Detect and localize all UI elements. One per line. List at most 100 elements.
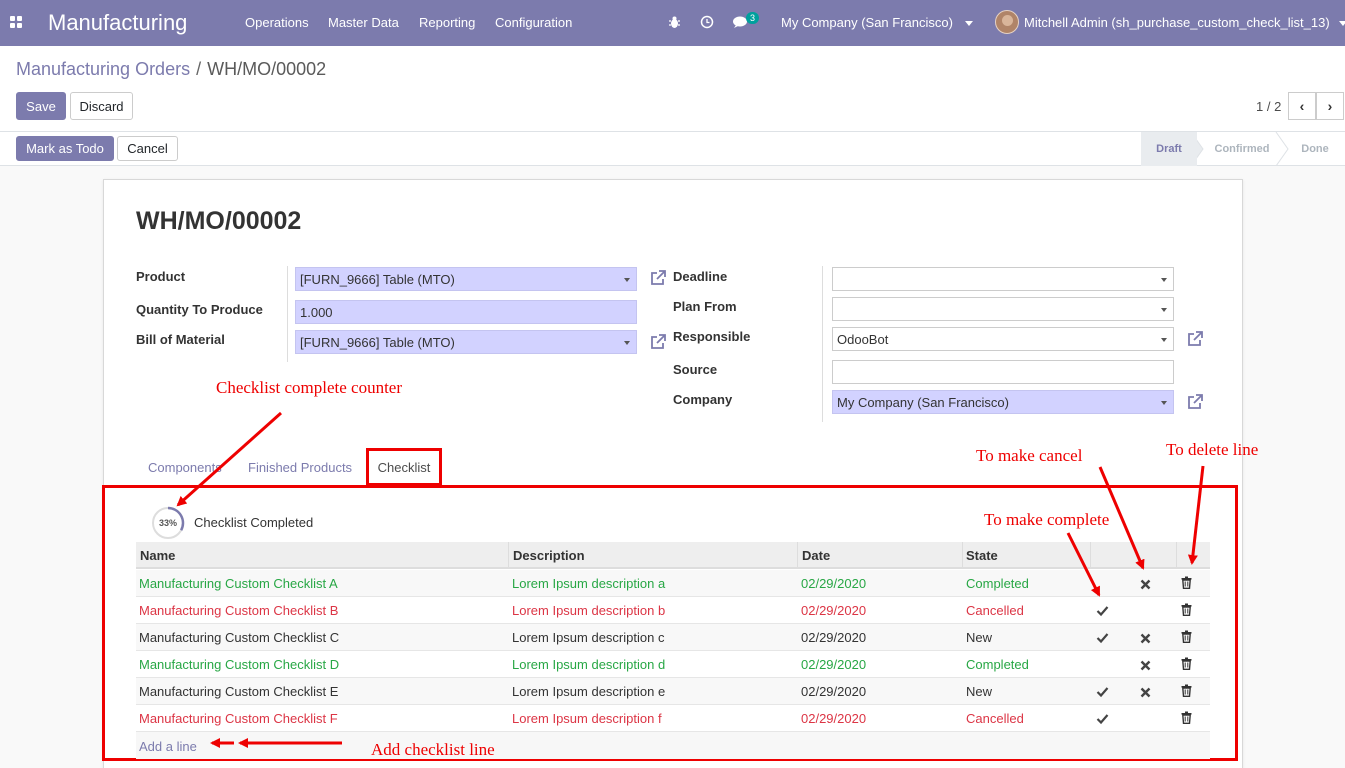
annotation-complete: To make complete	[984, 510, 1110, 529]
annotation-counter: Checklist complete counter	[216, 378, 402, 397]
trash-icon[interactable]	[1180, 657, 1193, 670]
external-link-icon[interactable]	[649, 269, 667, 287]
row-date: 02/29/2020	[801, 603, 867, 618]
save-button[interactable]: Save	[16, 92, 66, 120]
row-name: Manufacturing Custom Checklist A	[139, 576, 338, 591]
trash-icon[interactable]	[1180, 684, 1193, 697]
external-link-icon[interactable]	[1186, 330, 1204, 348]
close-icon[interactable]	[1139, 632, 1152, 645]
row-description: Lorem Ipsum description b	[512, 603, 666, 618]
app-name: Manufacturing	[48, 10, 188, 35]
chevron-right-icon[interactable]: ›	[1316, 92, 1344, 120]
table-row[interactable]: Manufacturing Custom Checklist C Lorem Ip…	[136, 624, 1210, 651]
user-menu[interactable]: Mitchell Admin (sh_purchase_custom_check…	[1024, 15, 1345, 30]
col-separator	[797, 542, 798, 569]
annotation-cancel: To make cancel	[976, 446, 1083, 465]
checklist-progress: 33%	[152, 506, 185, 539]
col-name[interactable]: Name	[140, 548, 175, 563]
deadline-field[interactable]	[832, 267, 1174, 291]
cancel-button[interactable]: Cancel	[117, 136, 178, 161]
chevron-left-icon[interactable]: ‹	[1288, 92, 1316, 120]
col-separator	[1090, 542, 1091, 569]
page-title: WH/MO/00002	[136, 207, 302, 235]
chevron-down-icon	[1339, 21, 1345, 27]
breadcrumb-parent[interactable]: Manufacturing Orders	[16, 59, 190, 79]
status-draft[interactable]: Draft	[1141, 132, 1197, 166]
product-field[interactable]: [FURN_9666] Table (MTO)	[295, 267, 637, 291]
col-state[interactable]: State	[966, 548, 998, 563]
col-description[interactable]: Description	[513, 548, 585, 563]
tab-components[interactable]: Components	[148, 460, 222, 475]
trash-icon[interactable]	[1180, 603, 1193, 616]
pager-value[interactable]: 1 / 2	[1256, 99, 1281, 114]
status-confirmed[interactable]: Confirmed	[1203, 132, 1281, 166]
col-date[interactable]: Date	[802, 548, 830, 563]
table-row[interactable]: Manufacturing Custom Checklist D Lorem Ip…	[136, 651, 1210, 678]
quantity-field[interactable]: 1.000	[295, 300, 637, 324]
label-bom: Bill of Material	[136, 332, 225, 347]
close-icon[interactable]	[1139, 578, 1152, 591]
avatar[interactable]	[995, 10, 1019, 34]
caret-down-icon	[624, 341, 630, 345]
bom-field[interactable]: [FURN_9666] Table (MTO)	[295, 330, 637, 354]
row-description: Lorem Ipsum description d	[512, 657, 666, 672]
table-row[interactable]: Manufacturing Custom Checklist B Lorem Ip…	[136, 597, 1210, 624]
table-header: Name Description Date State	[136, 542, 1210, 569]
tab-checklist[interactable]: Checklist	[366, 448, 442, 486]
bug-icon[interactable]	[668, 15, 681, 29]
close-icon[interactable]	[1139, 686, 1152, 699]
row-date: 02/29/2020	[801, 684, 867, 699]
chevron-down-icon	[964, 21, 973, 27]
field-separator	[822, 266, 823, 422]
row-state: Cancelled	[966, 711, 1024, 726]
status-done[interactable]: Done	[1287, 132, 1343, 166]
tab-finished-products[interactable]: Finished Products	[248, 460, 352, 475]
clock-icon[interactable]	[700, 15, 714, 29]
table-row[interactable]: Manufacturing Custom Checklist E Lorem Ip…	[136, 678, 1210, 705]
source-field[interactable]	[832, 360, 1174, 384]
add-line-link[interactable]: Add a line	[139, 739, 197, 754]
plan-from-field[interactable]	[832, 297, 1174, 321]
top-navbar: Manufacturing Operations Master Data Rep…	[0, 0, 1345, 46]
external-link-icon[interactable]	[1186, 393, 1204, 411]
label-company: Company	[673, 392, 733, 407]
breadcrumb-current: WH/MO/00002	[207, 59, 327, 79]
caret-down-icon	[1161, 308, 1167, 312]
row-name: Manufacturing Custom Checklist C	[139, 630, 340, 645]
check-icon[interactable]	[1096, 604, 1109, 617]
row-description: Lorem Ipsum description e	[512, 684, 666, 699]
table-row[interactable]: Manufacturing Custom Checklist F Lorem Ip…	[136, 705, 1210, 732]
check-icon[interactable]	[1096, 685, 1109, 698]
company-field[interactable]: My Company (San Francisco)	[832, 390, 1174, 414]
caret-down-icon	[1161, 338, 1167, 342]
breadcrumb: Manufacturing Orders / WH/MO/00002	[16, 59, 326, 80]
menu-operations[interactable]: Operations	[245, 15, 309, 30]
row-name: Manufacturing Custom Checklist B	[139, 603, 339, 618]
company-switcher[interactable]: My Company (San Francisco)	[781, 15, 973, 30]
trash-icon[interactable]	[1180, 711, 1193, 724]
row-date: 02/29/2020	[801, 657, 867, 672]
menu-master-data[interactable]: Master Data	[328, 15, 399, 30]
trash-icon[interactable]	[1180, 576, 1193, 589]
user-name: Mitchell Admin (sh_purchase_custom_check…	[1024, 15, 1330, 30]
table-row[interactable]: Manufacturing Custom Checklist A Lorem Ip…	[136, 570, 1210, 597]
apps-icon[interactable]	[10, 16, 23, 29]
discard-button[interactable]: Discard	[70, 92, 133, 120]
external-link-icon[interactable]	[649, 333, 667, 351]
close-icon[interactable]	[1139, 659, 1152, 672]
menu-reporting[interactable]: Reporting	[419, 15, 475, 30]
col-separator	[508, 542, 509, 569]
status-bar: Mark as Todo Cancel Draft Confirmed Done	[0, 132, 1345, 166]
check-icon[interactable]	[1096, 631, 1109, 644]
mark-as-todo-button[interactable]: Mark as Todo	[16, 136, 114, 161]
annotation-delete: To delete line	[1166, 440, 1259, 459]
menu-configuration[interactable]: Configuration	[495, 15, 572, 30]
quantity-value: 1.000	[300, 305, 333, 320]
row-date: 02/29/2020	[801, 576, 867, 591]
label-responsible: Responsible	[673, 329, 751, 344]
check-icon[interactable]	[1096, 712, 1109, 725]
caret-down-icon	[1161, 278, 1167, 282]
trash-icon[interactable]	[1180, 630, 1193, 643]
responsible-field[interactable]: OdooBot	[832, 327, 1174, 351]
breadcrumb-separator: /	[196, 59, 202, 79]
